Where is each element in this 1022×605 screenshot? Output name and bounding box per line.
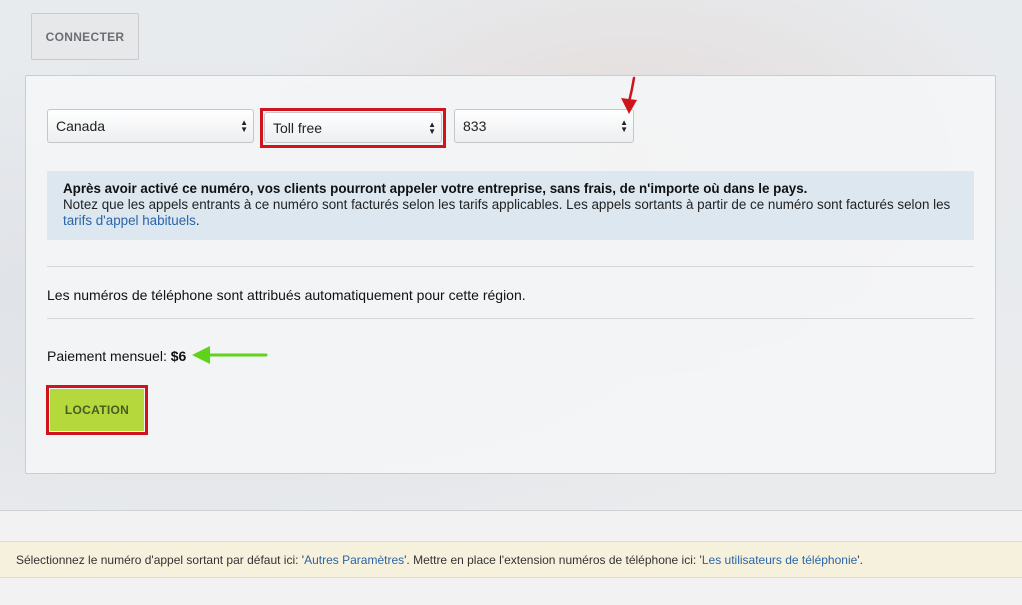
country-select-value: Canada (56, 118, 106, 134)
footer-text: '. (857, 552, 863, 567)
info-text-end: . (195, 213, 200, 228)
footer-note: Sélectionnez le numéro d'appel sortant p… (0, 541, 1022, 578)
footer-text: Sélectionnez le numéro d'appel sortant p… (16, 552, 305, 567)
telephony-users-link[interactable]: Les utilisateurs de téléphonie (702, 553, 857, 567)
info-bold-line: Après avoir activé ce numéro, vos client… (63, 181, 808, 196)
auto-assign-text: Les numéros de téléphone sont attribués … (47, 287, 526, 303)
rent-button[interactable]: LOCATION (50, 389, 144, 431)
monthly-payment-label: Paiement mensuel: (47, 348, 167, 364)
info-box: Après avoir activé ce numéro, vos client… (47, 171, 974, 240)
prefix-select-value: 833 (463, 118, 487, 134)
select-arrows-icon: ▲ ▼ (240, 118, 248, 134)
select-arrows-icon: ▲ ▼ (620, 118, 628, 134)
info-text: Notez que les appels entrants à ce numér… (63, 197, 951, 212)
divider (47, 318, 974, 319)
connect-button[interactable]: CONNECTER (31, 13, 139, 60)
divider (47, 266, 974, 267)
select-arrows-icon: ▲ ▼ (428, 119, 436, 136)
footer-text: '. Mettre en place l'extension numéros d… (404, 552, 702, 567)
green-arrow-icon (192, 346, 268, 364)
red-arrow-icon (621, 76, 637, 114)
prefix-select[interactable]: 833 ▲ ▼ (454, 109, 634, 143)
monthly-payment-value: $6 (170, 348, 187, 364)
other-settings-link[interactable]: Autres Paramètres (304, 553, 404, 567)
number-type-select-value: Toll free (273, 119, 323, 136)
country-select[interactable]: Canada ▲ ▼ (47, 109, 254, 143)
monthly-payment: Paiement mensuel: $6 (47, 348, 186, 364)
number-rental-panel: Canada ▲ ▼ Toll free ▲ ▼ 833 ▲ ▼ Après avoi… (25, 75, 996, 474)
call-rates-link[interactable]: tarifs d'appel habituels (63, 213, 196, 228)
number-type-select[interactable]: Toll free ▲ ▼ (264, 112, 442, 143)
